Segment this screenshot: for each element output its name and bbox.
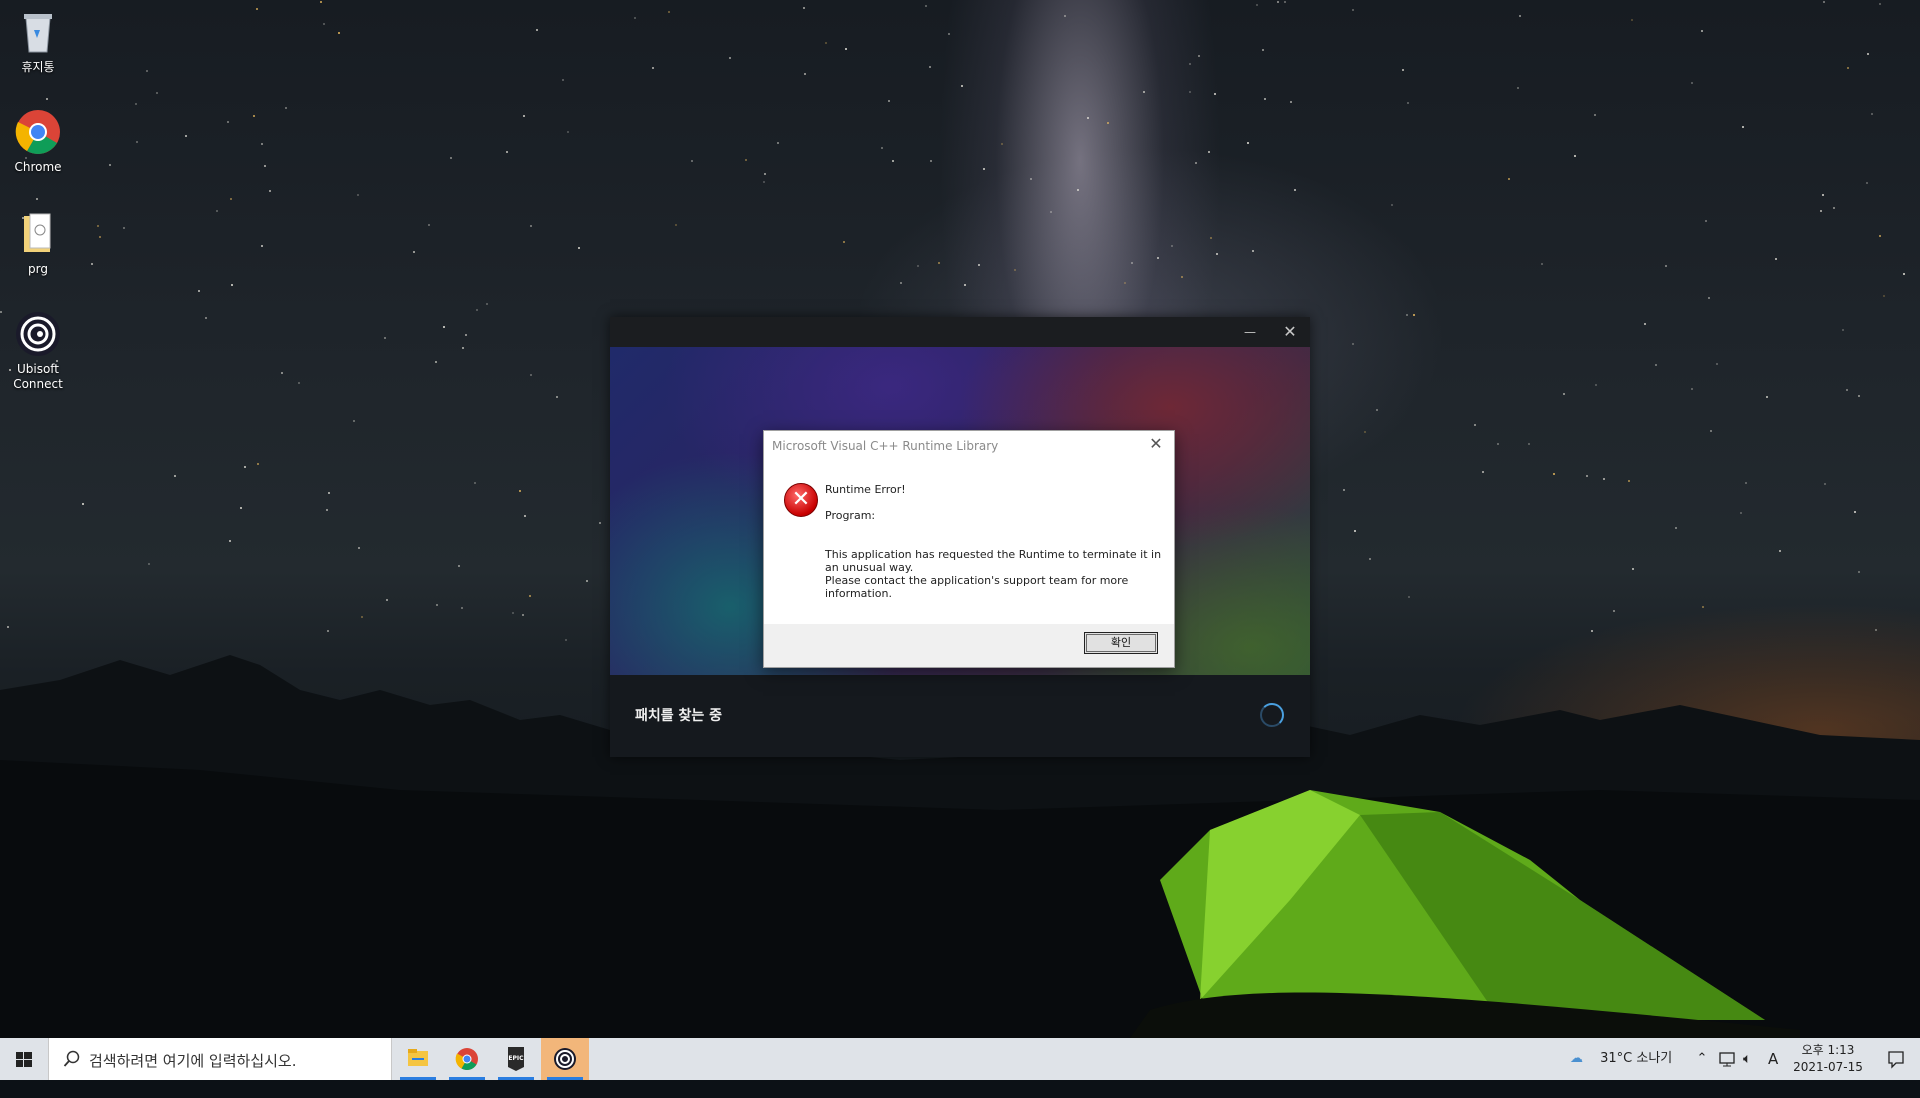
- search-icon: [63, 1050, 80, 1067]
- error-message-line: information.: [825, 587, 892, 600]
- ubisoft-icon: [14, 310, 62, 358]
- weather-icon: ☁: [1570, 1051, 1583, 1066]
- show-hidden-icons-button[interactable]: ⌃: [1694, 1038, 1710, 1080]
- ime-text: A: [1768, 1050, 1779, 1068]
- speaker-icon: 🔈︎: [1743, 1051, 1752, 1067]
- weather-text: 31°C 소나기: [1600, 1051, 1673, 1066]
- search-placeholder: 검색하려면 여기에 입력하십시오.: [89, 1052, 297, 1070]
- error-icon-glyph: ✕: [791, 487, 811, 512]
- close-button[interactable]: ✕: [1270, 317, 1310, 347]
- desktop-icon-ubisoft-connect[interactable]: Ubisoft Connect: [0, 310, 76, 392]
- error-message-line: This application has requested the Runti…: [825, 548, 1162, 561]
- program-label: Program:: [825, 509, 876, 522]
- start-button[interactable]: [0, 1038, 48, 1080]
- desktop-icon-recycle-bin[interactable]: 휴지통: [0, 8, 76, 75]
- taskbar: 검색하려면 여기에 입력하십시오. EPIC ☁ 31°C 소나기 ⌃ 🔈︎ A…: [0, 1038, 1920, 1080]
- ubisoft-icon: [554, 1048, 576, 1070]
- desktop-icon-label: Chrome: [14, 160, 62, 174]
- desktop-icon-prg[interactable]: prg: [0, 210, 76, 277]
- file-explorer-icon: [408, 1049, 428, 1066]
- epic-logo-text: EPIC: [508, 1055, 524, 1062]
- dialog-title: Microsoft Visual C++ Runtime Library: [772, 439, 999, 453]
- runtime-error-dialog: Microsoft Visual C++ Runtime Library ✕ ✕…: [763, 430, 1175, 668]
- chevron-up-icon: ⌃: [1696, 1051, 1708, 1066]
- launcher-footer: 패치를 찾는 중: [610, 675, 1310, 757]
- taskbar-app-chrome[interactable]: [443, 1038, 491, 1080]
- clock-date: 2021-07-15: [1793, 1060, 1863, 1074]
- loading-spinner-icon: [1260, 703, 1284, 727]
- chrome-icon: [14, 108, 62, 156]
- error-message-line: Please contact the application's support…: [825, 574, 1129, 587]
- dialog-button-bar: 확인: [764, 624, 1174, 667]
- patch-status-text: 패치를 찾는 중: [635, 708, 723, 724]
- ok-button[interactable]: 확인: [1084, 632, 1158, 654]
- network-icon-graphic: [1719, 1052, 1735, 1067]
- search-box[interactable]: 검색하려면 여기에 입력하십시오.: [48, 1038, 392, 1080]
- weather-widget[interactable]: ☁ 31°C 소나기: [1570, 1038, 1672, 1080]
- recycle-bin-icon: [14, 8, 62, 56]
- folder-icon: [14, 210, 62, 258]
- error-message-line: an unusual way.: [825, 561, 914, 574]
- desktop-icon-label: 휴지통: [21, 60, 55, 74]
- error-heading: Runtime Error!: [825, 483, 906, 496]
- epic-games-icon: EPIC: [508, 1047, 524, 1071]
- taskbar-app-ubisoft-connect[interactable]: [541, 1038, 589, 1080]
- windows-logo-icon: [16, 1052, 32, 1067]
- desktop-icon-label: prg: [28, 262, 48, 276]
- notification-center-button[interactable]: [1872, 1038, 1920, 1080]
- minimize-button[interactable]: —: [1230, 317, 1270, 347]
- error-icon: ✕: [784, 483, 818, 517]
- launcher-titlebar: — ✕: [610, 317, 1310, 347]
- clock-time: 오후 1:13: [1801, 1043, 1855, 1057]
- chrome-icon: [455, 1048, 478, 1070]
- desktop-icon-chrome[interactable]: Chrome: [0, 108, 76, 175]
- taskbar-app-file-explorer[interactable]: [394, 1038, 442, 1080]
- clock[interactable]: 오후 1:13 2021-07-15: [1788, 1042, 1868, 1076]
- notification-icon: [1888, 1051, 1904, 1069]
- dialog-close-button[interactable]: ✕: [1146, 434, 1166, 453]
- taskbar-app-epic-games[interactable]: EPIC: [492, 1038, 540, 1080]
- ime-indicator[interactable]: A: [1768, 1038, 1778, 1080]
- volume-icon[interactable]: 🔈︎: [1743, 1038, 1751, 1080]
- network-icon[interactable]: [1718, 1038, 1736, 1080]
- desktop-icon-label: Ubisoft Connect: [13, 362, 63, 391]
